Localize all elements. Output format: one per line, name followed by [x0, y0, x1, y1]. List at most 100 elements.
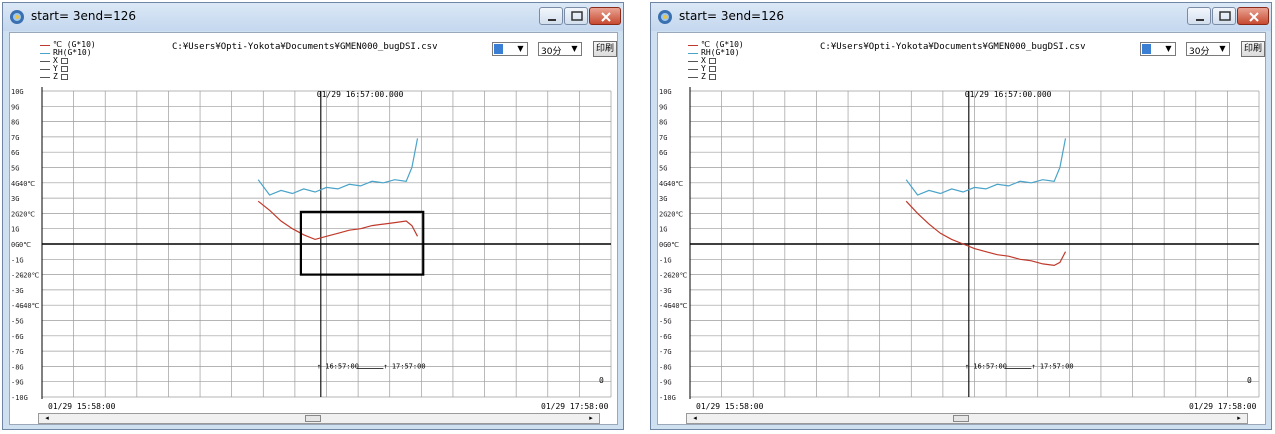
close-button[interactable] — [589, 7, 621, 25]
zero-count-label: 0 — [1247, 376, 1252, 385]
temp-tick-label: 40℃ — [19, 180, 35, 188]
y-tick-label: 6G — [11, 149, 19, 157]
temp-tick-label: -40℃ — [19, 302, 40, 310]
legend-item-y[interactable]: Y — [40, 65, 96, 73]
time-span-value: 30分 — [1189, 47, 1210, 57]
temp-tick-label: -20℃ — [667, 272, 688, 280]
range-start-label: ↑ 16:57:00 — [965, 362, 1007, 370]
y-tick-label: -8G — [659, 363, 672, 371]
y-tick-label: -6G — [659, 333, 672, 341]
y-checkbox[interactable] — [708, 66, 716, 72]
graph-area: 10G 9G 8G 7G 6G 5G 4G 3G 2G 1G 0G -1G -2G -3G -4G -5G -6… — [657, 32, 1266, 425]
y-checkbox[interactable] — [60, 66, 68, 72]
temp-tick-label: -40℃ — [667, 302, 688, 310]
scroll-right-icon[interactable]: ▸ — [1232, 414, 1246, 423]
x-checkbox[interactable] — [60, 58, 68, 64]
legend-label: Z — [701, 72, 706, 81]
y-tick-label: 7G — [11, 134, 19, 142]
y-tick-label: -5G — [11, 318, 24, 326]
scroll-thumb[interactable] — [953, 415, 969, 422]
maximize-button[interactable] — [1212, 7, 1236, 25]
z-checkbox[interactable] — [708, 74, 716, 80]
z-checkbox[interactable] — [60, 74, 68, 80]
y-swatch — [40, 68, 50, 70]
axis-select[interactable]: ▼ — [492, 42, 528, 56]
dropdown-arrow-icon: ▼ — [1219, 44, 1226, 53]
legend-item-z[interactable]: Z — [688, 73, 744, 81]
y-tick-label: 8G — [659, 119, 667, 127]
y-tick-label: -7G — [11, 348, 24, 356]
minimize-icon — [1196, 19, 1204, 21]
y-tick-label: -10G — [659, 394, 676, 402]
y-tick-label: -9G — [11, 379, 24, 387]
horizontal-scrollbar[interactable]: ◂ ▸ — [38, 413, 600, 424]
maximize-button[interactable] — [564, 7, 588, 25]
y-tick-label: 6G — [659, 149, 667, 157]
y-tick-label: 7G — [659, 134, 667, 142]
temp-tick-label: 20℃ — [667, 210, 683, 218]
app-icon — [658, 10, 672, 24]
scroll-left-icon[interactable]: ◂ — [688, 414, 702, 423]
scroll-left-icon[interactable]: ◂ — [40, 414, 54, 423]
axis-select-highlight — [1142, 44, 1151, 54]
y-tick-label: 10G — [11, 88, 24, 96]
print-button[interactable]: 印刷 — [1241, 41, 1265, 57]
time-span-select[interactable]: 30分 ▼ — [538, 42, 582, 57]
x-checkbox[interactable] — [708, 58, 716, 64]
scroll-thumb[interactable] — [305, 415, 321, 422]
y-tick-label: 3G — [659, 195, 667, 203]
title-bar[interactable]: start= 3end=126 — [3, 3, 623, 31]
maximize-icon — [571, 11, 583, 21]
window-title: start= 3end=126 — [31, 9, 137, 23]
range-start-label: ↑ 16:57:00 — [317, 362, 359, 370]
y-tick-label: -8G — [11, 363, 24, 371]
cursor-time-label: 01/29 16:57:00.000 — [965, 90, 1052, 99]
legend-item-z[interactable]: Z — [40, 73, 96, 81]
close-button[interactable] — [1237, 7, 1269, 25]
y-tick-label: -3G — [659, 287, 672, 295]
axis-select[interactable]: ▼ — [1140, 42, 1176, 56]
file-path: C:¥Users¥Opti-Yokota¥Documents¥GMEN000_b… — [820, 42, 1086, 52]
y-tick-label: -5G — [659, 318, 672, 326]
close-icon — [601, 12, 611, 22]
y-tick-label: 1G — [659, 226, 667, 234]
legend-item-y[interactable]: Y — [688, 65, 744, 73]
series-line — [905, 138, 1067, 196]
rh-swatch — [40, 52, 50, 54]
y-tick-label: -9G — [659, 379, 672, 387]
minimize-button[interactable] — [539, 7, 563, 25]
x-end-label: 01/29 17:58:00 — [541, 402, 609, 411]
y-tick-label: 5G — [659, 165, 667, 173]
window-title: start= 3end=126 — [679, 9, 785, 23]
range-end-label: ↑ 17:57:00 — [1031, 362, 1073, 370]
maximize-icon — [1219, 11, 1231, 21]
graph-window-right[interactable]: start= 3end=126 10G 9G 8G 7G 6G 5G 4G 3G 2G 1G 0G -… — [650, 2, 1272, 430]
minimize-button[interactable] — [1187, 7, 1211, 25]
app-icon — [10, 10, 24, 24]
print-button[interactable]: 印刷 — [593, 41, 617, 57]
y-tick-label: 5G — [11, 165, 19, 173]
z-swatch — [40, 76, 50, 78]
legend-label: RH(G*10) — [701, 48, 740, 57]
scroll-right-icon[interactable]: ▸ — [584, 414, 598, 423]
zero-count-label: 0 — [599, 376, 604, 385]
y-tick-label: -3G — [11, 287, 24, 295]
graph-area: 10G 9G 8G 7G 6G 5G 4G 3G 2G 1G 0G -1G -2G -3G -4G -5G -6… — [9, 32, 618, 425]
legend-item-rh: RH(G*10) — [688, 49, 744, 57]
y-tick-label: -6G — [11, 333, 24, 341]
title-bar[interactable]: start= 3end=126 — [651, 3, 1271, 31]
x-start-label: 01/29 15:58:00 — [48, 402, 116, 411]
temp-tick-label: 0℃ — [667, 241, 679, 249]
x-end-label: 01/29 17:58:00 — [1189, 402, 1257, 411]
line-chart: 10G9G8G7G6G5G4G3G2G1G0G-1G-2G-3G-4G-5G-6… — [659, 87, 1260, 411]
legend-item-x[interactable]: X — [40, 57, 96, 65]
z-swatch — [688, 76, 698, 78]
graph-window-left[interactable]: start= 3end=126 10G 9G 8G 7G 6G 5G 4G 3G 2G 1G 0G -… — [2, 2, 624, 430]
legend-item-x[interactable]: X — [688, 57, 744, 65]
file-path: C:¥Users¥Opti-Yokota¥Documents¥GMEN000_b… — [172, 42, 438, 52]
temp-tick-label: 0℃ — [19, 241, 31, 249]
y-tick-label: -1G — [11, 256, 24, 264]
time-span-select[interactable]: 30分 ▼ — [1186, 42, 1230, 57]
legend: ℃ (G*10) RH(G*10) X Y Z — [40, 41, 96, 81]
horizontal-scrollbar[interactable]: ◂ ▸ — [686, 413, 1248, 424]
